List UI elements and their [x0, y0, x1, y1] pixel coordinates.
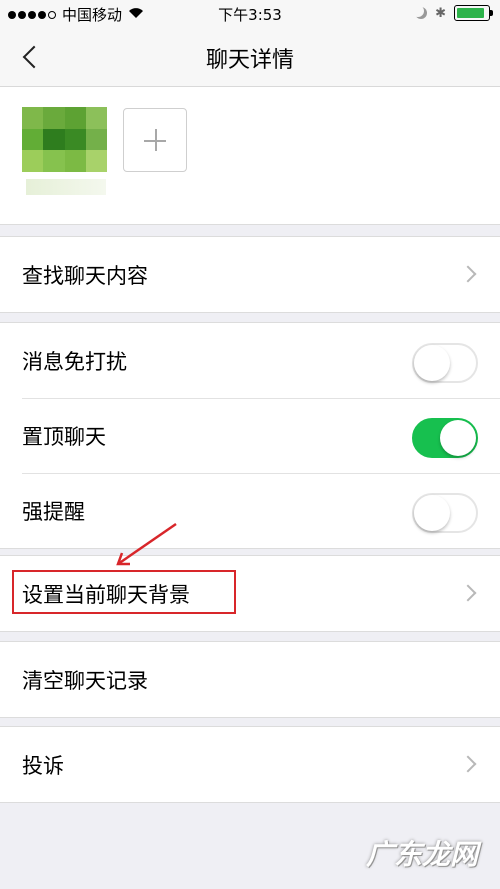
watermark-text: 广东龙网: [365, 838, 478, 871]
avatar-tile: [64, 107, 86, 129]
clear-chat-history-row[interactable]: 清空聊天记录: [0, 642, 500, 717]
search-chat-content-label: 查找聊天内容: [22, 264, 148, 288]
bluetooth-icon: ✱: [435, 5, 446, 21]
chevron-right-icon: [459, 755, 477, 773]
mute-notifications-toggle[interactable]: [412, 343, 478, 383]
clear-group: 清空聊天记录: [0, 641, 500, 718]
status-bar: 中国移动 下午3:53 ✱: [0, 0, 500, 28]
report-group: 投诉: [0, 726, 500, 803]
avatar-tile: [22, 107, 44, 129]
chevron-right-icon: [459, 265, 477, 283]
battery-fill: [457, 8, 484, 18]
mute-notifications-row: 消息免打扰: [0, 323, 500, 398]
avatar-tile: [85, 150, 107, 172]
annotation-highlight-box: [12, 570, 236, 614]
avatar-tile: [43, 107, 65, 129]
pin-chat-row: 置顶聊天: [0, 398, 500, 473]
do-not-disturb-icon: [415, 7, 427, 19]
strong-reminder-label: 强提醒: [22, 500, 85, 524]
annotation-arrow-icon: [116, 522, 177, 566]
avatar-tile: [85, 128, 107, 151]
strong-reminder-row: 强提醒: [0, 473, 500, 548]
mute-notifications-label: 消息免打扰: [22, 350, 127, 374]
member-avatar[interactable]: [22, 107, 107, 172]
search-group: 查找聊天内容: [0, 236, 500, 313]
clear-chat-history-label: 清空聊天记录: [22, 669, 148, 693]
pin-chat-label: 置顶聊天: [22, 425, 106, 449]
chat-members-section: [0, 87, 500, 225]
avatar-tile: [43, 128, 65, 151]
avatar-tile: [85, 107, 107, 129]
status-right: ✱: [415, 5, 493, 21]
pin-chat-toggle[interactable]: [412, 418, 478, 458]
member-name-blurred: [26, 179, 106, 195]
search-chat-content-row[interactable]: 查找聊天内容: [0, 237, 500, 312]
settings-group: 消息免打扰 置顶聊天 强提醒: [0, 322, 500, 549]
strong-reminder-toggle[interactable]: [412, 493, 478, 533]
report-label: 投诉: [22, 754, 64, 778]
page-title: 聊天详情: [205, 48, 294, 73]
chevron-right-icon: [459, 584, 477, 602]
navigation-bar: 聊天详情: [0, 28, 500, 87]
avatar-tile: [64, 128, 86, 151]
avatar-tile: [22, 150, 44, 172]
battery-icon: [454, 5, 493, 21]
avatar-tile: [43, 150, 65, 172]
add-member-button[interactable]: [123, 108, 187, 172]
avatar-tile: [64, 150, 86, 172]
avatar-tile: [22, 128, 44, 151]
report-row[interactable]: 投诉: [0, 727, 500, 802]
